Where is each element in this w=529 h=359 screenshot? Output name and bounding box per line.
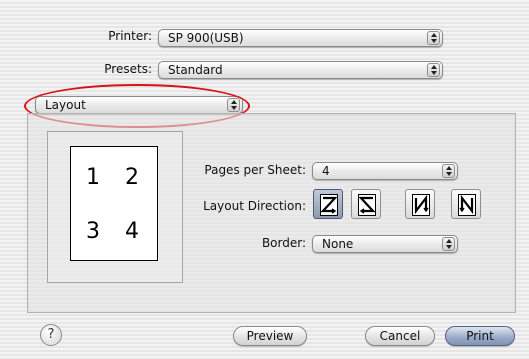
updown-arrow-icon (427, 63, 440, 77)
cancel-button[interactable]: Cancel (365, 326, 435, 346)
presets-value: Standard (168, 63, 223, 77)
layout-direction-label: Layout Direction: (203, 199, 306, 213)
n-order-icon (412, 194, 430, 216)
reverse-n-order-direction-button[interactable] (451, 189, 481, 219)
border-label: Border: (261, 236, 306, 250)
reverse-z-order-icon (358, 194, 376, 216)
pages-per-sheet-popup[interactable]: 4 (312, 162, 458, 180)
preview-page-4: 4 (125, 219, 139, 244)
preview-button[interactable]: Preview (233, 326, 307, 346)
updown-arrow-icon (442, 237, 455, 251)
preview-page-2: 2 (125, 165, 139, 190)
border-value: None (322, 237, 354, 251)
z-order-icon (320, 194, 338, 216)
preview-sheet: 1 2 3 4 (70, 146, 158, 261)
printer-popup[interactable]: SP 900(USB) (158, 29, 443, 47)
pages-per-sheet-value: 4 (322, 164, 330, 178)
n-order-direction-button[interactable] (405, 189, 435, 219)
help-button[interactable]: ? (40, 324, 62, 346)
preview-page-1: 1 (86, 165, 100, 190)
pages-per-sheet-label: Pages per Sheet: (204, 163, 306, 177)
preview-page-3: 3 (86, 219, 100, 244)
reverse-z-order-direction-button[interactable] (351, 189, 381, 219)
updown-arrow-icon (442, 164, 455, 178)
updown-arrow-icon (427, 31, 440, 45)
printer-value: SP 900(USB) (168, 31, 244, 45)
printer-label: Printer: (108, 29, 152, 43)
presets-label: Presets: (104, 62, 152, 76)
border-popup[interactable]: None (312, 235, 458, 253)
presets-popup[interactable]: Standard (158, 61, 443, 79)
reverse-n-order-icon (458, 194, 476, 216)
z-order-direction-button[interactable] (313, 189, 343, 219)
print-button[interactable]: Print (445, 326, 515, 346)
